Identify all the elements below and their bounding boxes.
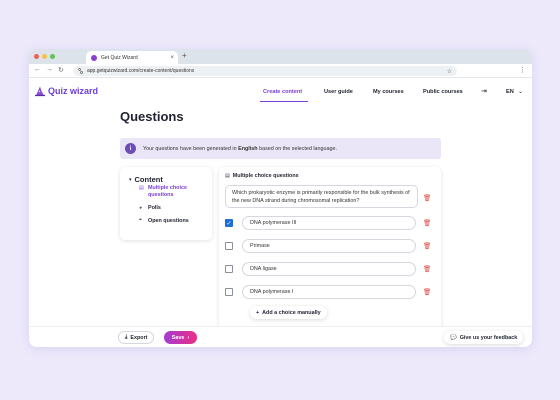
export-button[interactable]: ⤓ Export	[118, 331, 155, 344]
save-button[interactable]: Save ›	[164, 331, 197, 344]
question-card: ▤ Multiple choice questions Which prokar…	[219, 167, 441, 343]
info-icon: i	[125, 143, 136, 154]
new-tab-icon[interactable]: +	[182, 51, 187, 60]
question-type-title: Multiple choice questions	[232, 173, 299, 179]
sidebar-item-label: Polls	[148, 205, 161, 211]
feedback-label: Give us your feedback	[459, 334, 518, 341]
choice-field-1[interactable]: DNA polymerase III	[242, 216, 416, 230]
choice-checkbox-4[interactable]	[225, 288, 233, 296]
info-text: Your questions have been generated in En…	[143, 145, 338, 152]
browser-toolbar: ← → ↻ app.getquizwizard.com/create-conte…	[29, 64, 532, 78]
question-header: ▤ Multiple choice questions	[225, 173, 299, 179]
delete-choice-icon[interactable]: 🗑	[423, 219, 431, 227]
info-banner: i Your questions have been generated in …	[120, 138, 441, 159]
logout-icon[interactable]: ⇥	[481, 87, 487, 95]
favicon-icon	[91, 54, 97, 61]
tab-title: Get Quiz Wizard	[101, 54, 138, 61]
browser-tab[interactable]: Get Quiz Wizard ×	[86, 51, 178, 64]
bottom-action-bar: ⤓ Export Save › 💬 Give us your feedback	[29, 326, 532, 347]
add-choice-button[interactable]: + Add a choice manually	[250, 306, 327, 319]
logo-text: Quiz wizard	[48, 86, 99, 96]
export-label: Export	[130, 334, 148, 341]
question-text-field[interactable]: Which prokaryotic enzyme is primarily re…	[225, 185, 418, 208]
tab-strip: Get Quiz Wizard × +	[29, 49, 532, 64]
pie-chart-icon: ◕	[139, 205, 143, 211]
sidebar-item-polls[interactable]: ◕ Polls	[139, 205, 161, 212]
wizard-hat-icon	[35, 86, 45, 97]
sidebar-item-label: Multiple choice questions	[148, 185, 187, 198]
chevron-down-icon: ▾	[129, 176, 132, 183]
choice-field-4[interactable]: DNA polymerase I	[242, 285, 416, 299]
choice-checkbox-3[interactable]	[225, 265, 233, 273]
delete-question-icon[interactable]: 🗑	[423, 194, 431, 202]
browser-menu-icon[interactable]: ⋮	[519, 66, 526, 74]
quote-icon: ❝	[139, 218, 142, 224]
address-bar[interactable]: app.getquizwizard.com/create-content/que…	[73, 66, 457, 76]
tab-close-icon[interactable]: ×	[170, 55, 174, 61]
sidebar-item-label: Open questions	[148, 218, 189, 224]
info-language: English	[238, 145, 258, 152]
chevron-down-icon[interactable]: ⌄	[518, 88, 523, 95]
plus-icon: +	[256, 309, 260, 316]
list-icon: ▤	[225, 173, 230, 179]
nav-create-content[interactable]: Create content	[263, 89, 302, 95]
add-choice-label: Add a choice manually	[262, 309, 321, 316]
feedback-button[interactable]: 💬 Give us your feedback	[444, 331, 524, 344]
close-window-icon[interactable]	[34, 54, 39, 59]
list-icon: ▤	[139, 185, 144, 191]
nav-public-courses[interactable]: Public courses	[423, 89, 463, 95]
site-info-icon[interactable]	[78, 68, 83, 74]
back-icon[interactable]: ←	[34, 66, 41, 73]
language-selector[interactable]: EN	[506, 89, 514, 95]
browser-window: Get Quiz Wizard × + ← → ↻ app.getquizwiz…	[29, 49, 532, 347]
maximize-window-icon[interactable]	[50, 54, 55, 59]
chat-bubble-icon: 💬	[450, 334, 457, 341]
url-text[interactable]: app.getquizwizard.com/create-content/que…	[87, 68, 443, 74]
app-logo[interactable]: Quiz wizard	[34, 85, 98, 97]
sidebar-item-open-questions[interactable]: ❝ Open questions	[139, 218, 189, 225]
delete-choice-icon[interactable]: 🗑	[423, 242, 431, 250]
active-nav-underline	[260, 101, 308, 102]
reload-icon[interactable]: ↻	[58, 66, 64, 74]
content-sidebar: ▾ Content ▤ Multiple choice questions ◕ …	[120, 167, 212, 240]
delete-choice-icon[interactable]: 🗑	[423, 288, 431, 296]
choice-field-2[interactable]: Primase	[242, 239, 416, 253]
choice-checkbox-2[interactable]	[225, 242, 233, 250]
app-header: Quiz wizard Create content User guide My…	[29, 79, 532, 103]
bookmark-star-icon[interactable]: ☆	[447, 68, 452, 75]
download-icon: ⤓	[125, 334, 128, 340]
choice-field-3[interactable]: DNA ligase	[242, 262, 416, 276]
chevron-right-icon: ›	[187, 334, 190, 341]
delete-choice-icon[interactable]: 🗑	[423, 265, 431, 273]
page-title: Questions	[120, 109, 184, 124]
nav-my-courses[interactable]: My courses	[373, 89, 404, 95]
content-title: Content	[134, 175, 163, 184]
minimize-window-icon[interactable]	[42, 54, 47, 59]
choice-checkbox-1[interactable]: ✓	[225, 219, 233, 227]
content-section-toggle[interactable]: ▾ Content	[129, 175, 163, 184]
forward-icon[interactable]: →	[46, 66, 53, 73]
save-label: Save	[171, 334, 185, 341]
sidebar-item-multiple-choice[interactable]: ▤ Multiple choice questions	[139, 185, 200, 198]
nav-user-guide[interactable]: User guide	[324, 89, 353, 95]
